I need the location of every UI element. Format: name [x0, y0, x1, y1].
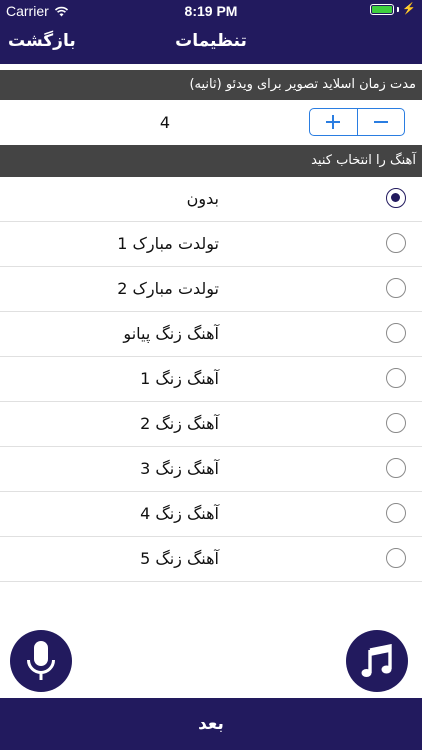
radio-unselected-icon[interactable] — [386, 278, 406, 298]
radio-unselected-icon[interactable] — [386, 458, 406, 478]
microphone-icon — [27, 641, 55, 680]
status-time: 8:19 PM — [184, 3, 238, 19]
music-option[interactable]: تولدت مبارک 2 — [0, 267, 422, 312]
music-option[interactable]: آهنگ زنگ 2 — [0, 402, 422, 447]
radio-unselected-icon[interactable] — [386, 368, 406, 388]
music-option[interactable]: آهنگ زنگ 3 — [0, 447, 422, 492]
music-option[interactable]: آهنگ زنگ پیانو — [0, 312, 422, 357]
minus-icon — [373, 121, 388, 123]
plus-icon — [326, 115, 341, 129]
music-option[interactable]: آهنگ زنگ 1 — [0, 357, 422, 402]
slide-duration-header: مدت زمان اسلاید تصویر برای ویدئو (ثانیه) — [0, 70, 422, 100]
battery-cap — [397, 7, 400, 12]
music-option-label: آهنگ زنگ پیانو — [123, 324, 219, 343]
choose-music-button[interactable] — [346, 630, 408, 692]
increment-button[interactable] — [310, 109, 357, 135]
music-option-label: آهنگ زنگ 1 — [140, 369, 219, 388]
music-option-label: تولدت مبارک 1 — [117, 234, 219, 253]
radio-unselected-icon[interactable] — [386, 323, 406, 343]
battery-icon — [370, 4, 395, 15]
slide-duration-value: 4 — [159, 113, 171, 132]
music-option-label: بدون — [186, 189, 219, 208]
radio-selected-icon[interactable] — [386, 188, 406, 208]
page-title: تنظیمات — [175, 31, 247, 51]
radio-unselected-icon[interactable] — [386, 233, 406, 253]
next-button[interactable]: بعد — [0, 698, 422, 750]
music-header: آهنگ را انتخاب کنید — [0, 145, 422, 177]
music-option[interactable]: آهنگ زنگ 4 — [0, 492, 422, 537]
radio-unselected-icon[interactable] — [386, 413, 406, 433]
music-option-label: آهنگ زنگ 4 — [140, 504, 219, 523]
status-bar: Carrier 8:19 PM ⚡ — [0, 0, 422, 22]
music-option-label: آهنگ زنگ 3 — [140, 459, 219, 478]
slide-duration-stepper[interactable] — [309, 108, 405, 136]
music-option[interactable]: بدون — [0, 177, 422, 222]
navigation-bar: بازگشت تنظیمات — [0, 22, 422, 64]
status-right: ⚡ — [370, 4, 416, 15]
radio-unselected-icon[interactable] — [386, 503, 406, 523]
charging-icon: ⚡ — [402, 3, 416, 15]
music-option[interactable]: آهنگ زنگ 5 — [0, 537, 422, 582]
music-option-label: تولدت مبارک 2 — [117, 279, 219, 298]
music-option[interactable]: تولدت مبارک 1 — [0, 222, 422, 267]
music-option-label: آهنگ زنگ 2 — [140, 414, 219, 433]
radio-unselected-icon[interactable] — [386, 548, 406, 568]
decrement-button[interactable] — [358, 109, 405, 135]
record-voice-button[interactable] — [10, 630, 72, 692]
music-option-label: آهنگ زنگ 5 — [140, 549, 219, 568]
music-list: بدون تولدت مبارک 1 تولدت مبارک 2 آهنگ زن… — [0, 177, 422, 582]
music-note-icon — [361, 644, 392, 677]
